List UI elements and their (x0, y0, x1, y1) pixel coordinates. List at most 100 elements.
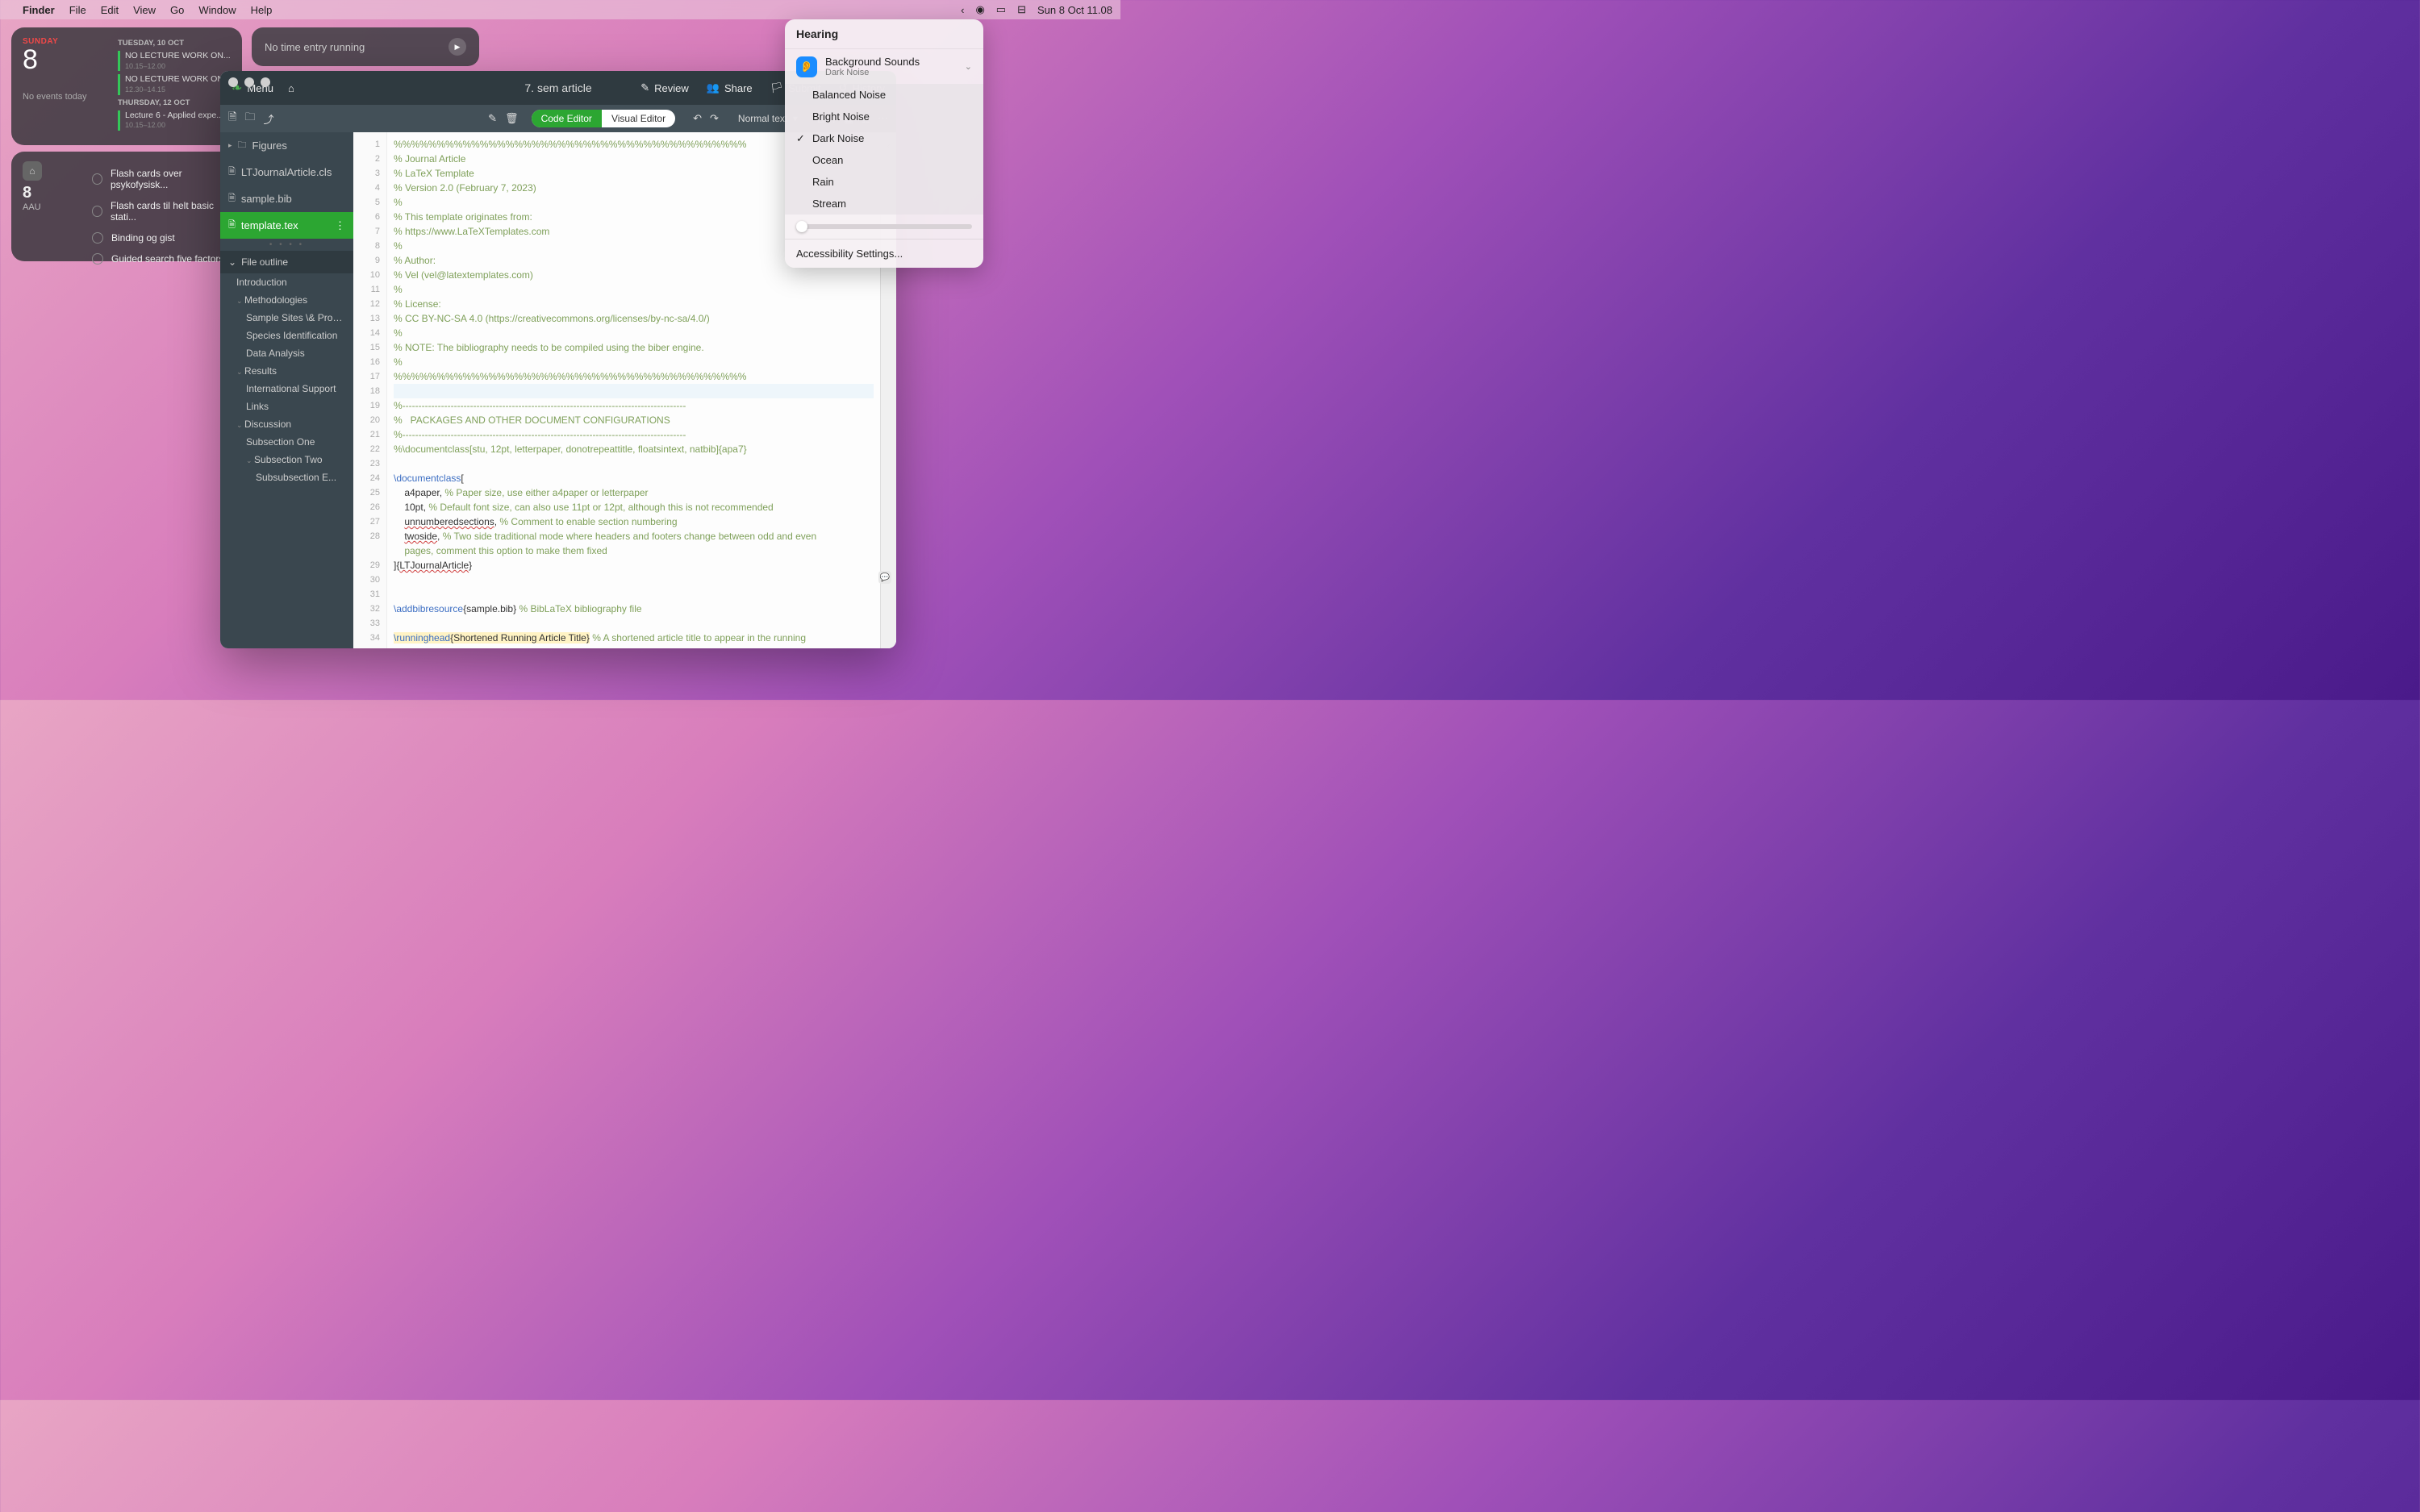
app-status-icon[interactable]: ◉ (975, 3, 984, 16)
background-sounds-label: Background Sounds (825, 56, 920, 68)
sound-option[interactable]: Ocean (785, 149, 983, 171)
menubar-app-name[interactable]: Finder (23, 4, 55, 16)
background-sounds-row[interactable]: 👂 Background Sounds Dark Noise ⌄ (785, 48, 983, 84)
tracker-status-text: No time entry running (265, 41, 365, 53)
undo-icon[interactable]: ↶ (693, 112, 702, 125)
outline-item[interactable]: Sample Sites \& Proc... (220, 309, 353, 327)
upload-icon[interactable]: ⤴ (263, 111, 273, 127)
menubar-item-edit[interactable]: Edit (101, 4, 119, 16)
file-name: Figures (252, 140, 287, 152)
reminders-count: 8 (23, 184, 42, 202)
delete-icon[interactable]: 🗑 (505, 112, 519, 125)
volume-slider[interactable] (785, 215, 983, 239)
menubar-item-help[interactable]: Help (251, 4, 273, 16)
outline-item[interactable]: Data Analysis (220, 344, 353, 362)
menubar-item-view[interactable]: View (133, 4, 156, 16)
rename-icon[interactable]: ✎ (488, 112, 497, 125)
reminder-title: Flash cards til helt basic stati... (111, 200, 231, 223)
reminders-list-name: AAU (23, 202, 42, 212)
comment-icon[interactable]: 💬 (878, 571, 891, 584)
reminder-checkbox[interactable] (92, 206, 102, 217)
outline-item[interactable]: Links (220, 398, 353, 415)
new-file-icon[interactable]: 🗎 (228, 110, 236, 127)
calendar-event[interactable]: NO LECTURE WORK ON...12.30–14.15 (118, 74, 231, 94)
file-tree-item[interactable]: 🗀 Figures (220, 132, 353, 159)
calendar-day-header: TUESDAY, 10 OCT (118, 39, 231, 48)
reminders-list-icon: ⌂ (23, 161, 42, 181)
home-icon[interactable]: ⌂ (288, 82, 294, 94)
slider-knob[interactable] (796, 221, 807, 232)
panel-resize-handle[interactable]: • • • • (220, 239, 353, 251)
submit-icon: 🏳 (770, 81, 784, 94)
outline-item[interactable]: Subsection One (220, 433, 353, 451)
chevron-down-icon[interactable]: ⌄ (965, 61, 972, 72)
share-button[interactable]: 👥Share (707, 81, 753, 94)
chevron-left-icon[interactable]: ‹ (961, 4, 964, 16)
window-traffic-lights[interactable] (228, 77, 270, 87)
reminder-checkbox[interactable] (92, 253, 103, 264)
code-editor-tab[interactable]: Code Editor (532, 110, 602, 127)
editor-mode-toggle[interactable]: Code Editor Visual Editor (532, 110, 676, 127)
menubar-item-file[interactable]: File (69, 4, 86, 16)
reminder-title: Binding og gist (111, 232, 175, 244)
outline-item[interactable]: Introduction (220, 273, 353, 291)
menubar-datetime[interactable]: Sun 8 Oct 11.08 (1037, 4, 1112, 16)
hearing-control-panel: Hearing 👂 Background Sounds Dark Noise ⌄… (785, 19, 983, 268)
calendar-no-events: No events today (23, 92, 111, 102)
outline-item[interactable]: Species Identification (220, 327, 353, 344)
calendar-event[interactable]: NO LECTURE WORK ON...10.15–12.00 (118, 51, 231, 71)
reminder-item[interactable]: Flash cards over psykofysisk... (92, 163, 231, 195)
control-center-icon[interactable]: ⊟ (1017, 3, 1026, 16)
sound-option[interactable]: Rain (785, 171, 983, 193)
project-title[interactable]: 7. sem article (524, 81, 591, 94)
new-folder-icon[interactable]: 🗀 (244, 110, 255, 127)
calendar-daynum: 8 (23, 44, 111, 76)
menubar-item-window[interactable]: Window (198, 4, 236, 16)
outline-item[interactable]: International Support (220, 380, 353, 398)
file-icon: 🗎 (228, 165, 236, 180)
file-tree-item[interactable]: 🗎template.tex⋮ (220, 212, 353, 239)
visual-editor-tab[interactable]: Visual Editor (602, 110, 675, 127)
file-menu-icon[interactable]: ⋮ (335, 219, 345, 232)
file-name: LTJournalArticle.cls (241, 166, 332, 178)
file-tree-panel: 🗀Figures🗎LTJournalArticle.cls🗎sample.bib… (220, 132, 353, 648)
share-icon: 👥 (707, 81, 720, 94)
outline-item[interactable]: Methodologies (220, 291, 353, 309)
menubar-item-go[interactable]: Go (170, 4, 184, 16)
file-name: sample.bib (241, 193, 292, 205)
sound-option[interactable]: Bright Noise (785, 106, 983, 127)
play-icon[interactable]: ▶ (449, 38, 466, 56)
file-tree-item[interactable]: 🗎sample.bib (220, 185, 353, 212)
outline-item[interactable]: Subsection Two (220, 451, 353, 469)
outline-item[interactable]: Subsubsection E... (220, 469, 353, 486)
reminder-checkbox[interactable] (92, 232, 103, 244)
review-button[interactable]: ✎Review (640, 81, 689, 94)
reminders-widget[interactable]: ⌂ 8 AAU Flash cards over psykofysisk... F… (11, 152, 242, 261)
sound-option[interactable]: Stream (785, 193, 983, 215)
reminder-checkbox[interactable] (92, 173, 102, 185)
reminder-title: Flash cards over psykofysisk... (111, 168, 231, 190)
file-tree-item[interactable]: 🗎 LTJournalArticle.cls (220, 159, 353, 185)
redo-icon[interactable]: ↷ (710, 112, 719, 125)
reminder-item[interactable]: Guided search five factors (92, 248, 231, 269)
ear-icon: 👂 (796, 56, 817, 77)
macos-menubar: Finder File Edit View Go Window Help ‹ ◉… (0, 0, 1120, 19)
background-sounds-current: Dark Noise (825, 68, 920, 77)
calendar-widget[interactable]: SUNDAY 8 No events today TUESDAY, 10 OCT… (11, 27, 242, 145)
outline-item[interactable]: Results (220, 362, 353, 380)
time-tracker-widget[interactable]: No time entry running ▶ (252, 27, 479, 66)
reminder-item[interactable]: Flash cards til helt basic stati... (92, 195, 231, 227)
outline-item[interactable]: Discussion (220, 415, 353, 433)
file-icon: 🗀 (238, 138, 247, 153)
file-outline-header[interactable]: ⌄File outline (220, 251, 353, 273)
review-icon: ✎ (640, 81, 649, 94)
battery-icon[interactable]: ▭ (996, 3, 1006, 16)
accessibility-settings-link[interactable]: Accessibility Settings... (785, 239, 983, 268)
line-number-gutter: 1234567891011121314151617181920212223242… (353, 132, 387, 648)
sound-option[interactable]: Balanced Noise (785, 84, 983, 106)
file-icon: 🗎 (228, 218, 236, 233)
hearing-title: Hearing (785, 19, 983, 48)
calendar-event[interactable]: Lecture 6 - Applied expe...10.15–12.00 (118, 110, 231, 131)
reminder-item[interactable]: Binding og gist (92, 227, 231, 248)
sound-option[interactable]: Dark Noise (785, 127, 983, 149)
